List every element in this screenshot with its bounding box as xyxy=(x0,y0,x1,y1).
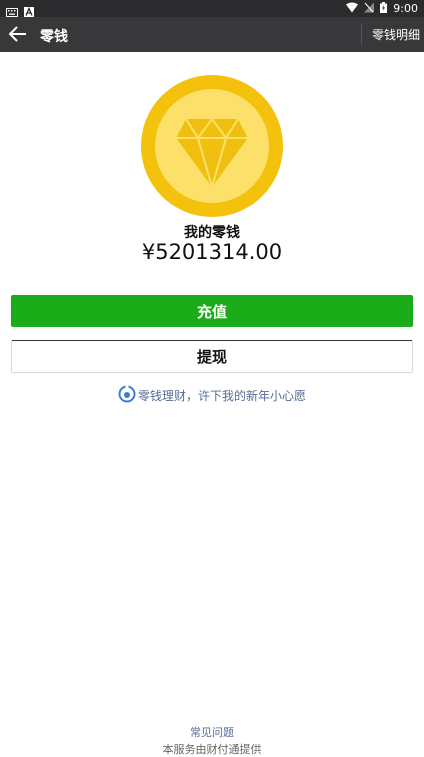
faq-link[interactable]: 常见问题 xyxy=(0,724,424,740)
app-bar-divider xyxy=(361,23,362,45)
arrow-left-icon xyxy=(8,26,26,42)
promo-text: 零钱理财，许下我的新年小心愿 xyxy=(137,389,306,403)
recharge-button[interactable]: 充值 xyxy=(11,295,413,327)
battery-icon xyxy=(380,1,388,16)
back-button[interactable] xyxy=(6,22,30,46)
wallet-coin-icon xyxy=(141,75,283,217)
balance-detail-button[interactable]: 零钱明细 xyxy=(372,26,420,43)
wifi-icon xyxy=(346,2,359,16)
status-bar-right: 9:00 xyxy=(346,1,418,16)
withdraw-button[interactable]: 提现 xyxy=(11,340,413,373)
status-time: 9:00 xyxy=(393,2,418,15)
balance-amount: ¥5201314.00 xyxy=(141,240,283,264)
wealth-promo-link[interactable]: 零钱理财，许下我的新年小心愿 xyxy=(0,385,424,406)
withdraw-button-label: 提现 xyxy=(196,348,227,366)
licaitong-icon xyxy=(118,385,136,406)
status-bar: 9:00 xyxy=(0,0,424,17)
recharge-button-label: 充值 xyxy=(196,302,227,321)
app-bar: 零钱 零钱明细 xyxy=(0,17,424,52)
page-title: 零钱 xyxy=(40,29,68,45)
balance-label: 我的零钱 xyxy=(184,225,240,241)
signal-off-icon xyxy=(364,2,375,16)
